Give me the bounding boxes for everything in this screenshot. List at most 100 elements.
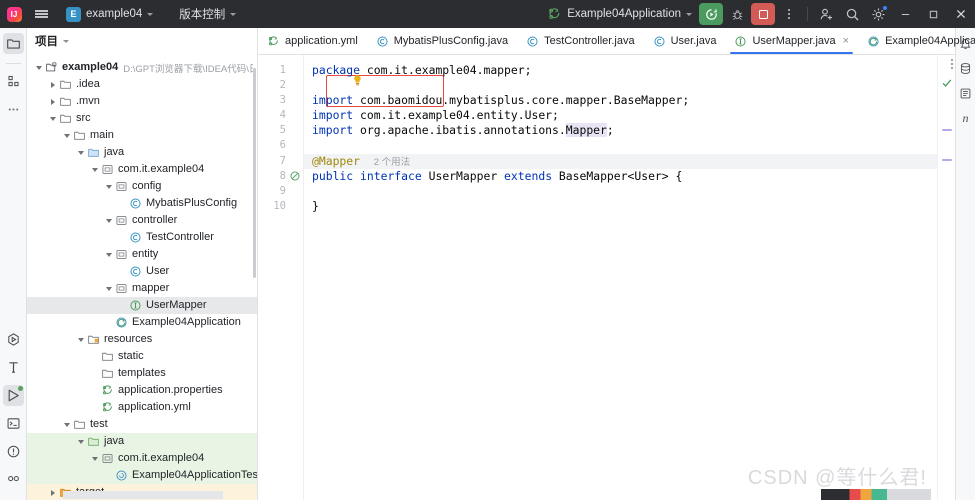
run-tool-icon[interactable] (2, 385, 24, 406)
code-line[interactable] (304, 184, 937, 199)
run-with-coverage-icon[interactable] (699, 3, 723, 25)
editor-tab-user-java[interactable]: User.java (644, 28, 726, 54)
project-tool-icon[interactable] (2, 33, 24, 54)
gutter-line-number[interactable]: 5 (258, 123, 303, 138)
editor-tab-testcontroller-java[interactable]: TestController.java (517, 28, 644, 54)
chevron-down-icon[interactable] (61, 416, 72, 433)
editor-tab-usermapper-java[interactable]: UserMapper.java × (725, 28, 858, 55)
chevron-right-icon[interactable] (47, 76, 58, 93)
tree-node-main[interactable]: main (27, 127, 257, 144)
editor-marker-bar[interactable] (937, 55, 955, 500)
project-tree[interactable]: example04 D:\GPT浏览器下载\IDEA代码\日常代码 .idea .mv… (27, 54, 257, 500)
chevron-down-icon[interactable] (75, 331, 86, 348)
tree-node-controller[interactable]: controller (27, 212, 257, 229)
gutter-line-number[interactable]: 6 (258, 138, 303, 153)
chevron-down-icon[interactable] (103, 178, 114, 195)
chevron-down-icon[interactable] (47, 110, 58, 127)
gutter-line-number[interactable]: 1 (258, 63, 303, 78)
chevron-down-icon[interactable] (103, 280, 114, 297)
code-line[interactable]: public interface UserMapper extends Base… (304, 169, 937, 184)
search-icon[interactable] (840, 3, 864, 25)
code-line[interactable]: import com.it.example04.entity.User; (304, 108, 937, 123)
chevron-down-icon[interactable] (75, 433, 86, 450)
chevron-down-icon[interactable] (89, 161, 100, 178)
gutter-line-number[interactable]: 2 (258, 78, 303, 93)
chevron-right-icon[interactable] (47, 484, 58, 500)
gear-icon[interactable] (866, 3, 890, 25)
more-vertical-icon[interactable] (777, 3, 801, 25)
chevron-down-icon[interactable] (61, 127, 72, 144)
code-line[interactable] (304, 78, 937, 93)
terminal-icon[interactable] (3, 413, 24, 434)
tree-node--idea[interactable]: .idea (27, 76, 257, 93)
tree-node-test[interactable]: test (27, 416, 257, 433)
editor-tab-mybatisplusconfig-java[interactable]: MybatisPlusConfig.java (367, 28, 517, 54)
gutter-line-number[interactable]: 3 (258, 93, 303, 108)
tree-node--mvn[interactable]: .mvn (27, 93, 257, 110)
gutter-line-number[interactable]: 7 (258, 154, 303, 169)
tree-node-com-it-example04[interactable]: com.it.example04 (27, 450, 257, 467)
profiler-icon[interactable] (3, 469, 24, 490)
close-icon[interactable] (947, 0, 975, 28)
debug-icon[interactable] (725, 3, 749, 25)
database-icon[interactable] (957, 58, 975, 78)
add-account-icon[interactable] (814, 3, 838, 25)
minimize-icon[interactable] (891, 0, 919, 28)
tree-node-usermapper[interactable]: UserMapper (27, 297, 257, 314)
ai-assistant-icon[interactable]: n (957, 108, 975, 128)
tree-node-entity[interactable]: entity (27, 246, 257, 263)
tree-node-testcontroller[interactable]: TestController (27, 229, 257, 246)
hamburger-menu-icon[interactable] (28, 0, 54, 28)
code-line[interactable]: } (304, 199, 937, 214)
chevron-down-icon[interactable] (103, 212, 114, 229)
project-scrollbar[interactable] (253, 68, 256, 278)
tree-node-templates[interactable]: templates (27, 365, 257, 382)
services-run-icon[interactable] (3, 329, 24, 350)
vcs-menu[interactable]: 版本控制 (173, 3, 242, 25)
tree-node-config[interactable]: config (27, 178, 257, 195)
gutter-line-number[interactable]: 8 (258, 169, 303, 184)
problems-icon[interactable] (3, 441, 24, 462)
tree-node-application-yml[interactable]: application.yml (27, 399, 257, 416)
editor-code[interactable]: package com.it.example04.mapper; import … (304, 55, 937, 500)
close-icon[interactable]: × (843, 35, 849, 47)
tree-node-java[interactable]: java (27, 144, 257, 161)
tree-node-resources[interactable]: resources (27, 331, 257, 348)
chevron-down-icon[interactable] (75, 144, 86, 161)
tree-node-com-it-example04[interactable]: com.it.example04 (27, 161, 257, 178)
run-configuration-selector[interactable]: Example04Application (541, 4, 698, 24)
gutter-line-number[interactable]: 9 (258, 184, 303, 199)
code-line[interactable]: package com.it.example04.mapper; (304, 63, 937, 78)
commit-structure-icon[interactable] (3, 71, 24, 92)
editor-tab-application-yml[interactable]: application.yml (258, 28, 367, 54)
project-panel-header[interactable]: 项目 (27, 28, 257, 54)
stop-icon[interactable] (751, 3, 775, 25)
tree-node-example04application[interactable]: Example04Application (27, 314, 257, 331)
checkmark-icon[interactable] (941, 77, 953, 89)
tree-node-mapper[interactable]: mapper (27, 280, 257, 297)
code-line[interactable] (304, 138, 937, 153)
tree-node-static[interactable]: static (27, 348, 257, 365)
editor-tabs[interactable]: application.yml MybatisPlusConfig.java Tes… (258, 28, 975, 55)
more-tools-icon[interactable] (3, 99, 24, 120)
chevron-right-icon[interactable] (47, 93, 58, 110)
editor-tab-example04application-j[interactable]: Example04Application.j (858, 28, 975, 54)
tree-node-example04[interactable]: example04 D:\GPT浏览器下载\IDEA代码\日常代码 (27, 59, 257, 76)
tree-node-application-properties[interactable]: application.properties (27, 382, 257, 399)
project-selector[interactable]: E example04 (60, 4, 159, 25)
tree-node-java[interactable]: java (27, 433, 257, 450)
chevron-down-icon[interactable] (33, 59, 44, 76)
no-entry-icon[interactable] (288, 170, 301, 183)
build-hammer-icon[interactable] (3, 357, 24, 378)
code-line[interactable]: import com.baomidou.mybatisplus.core.map… (304, 93, 937, 108)
code-line[interactable]: @Mapper 2 个用法 (304, 153, 937, 169)
chevron-down-icon[interactable] (63, 39, 69, 43)
tree-node-example04applicationtests[interactable]: Example04ApplicationTests (27, 467, 257, 484)
maximize-icon[interactable] (919, 0, 947, 28)
chevron-down-icon[interactable] (89, 450, 100, 467)
chevron-down-icon[interactable] (103, 246, 114, 263)
gutter-line-number[interactable]: 10 (258, 199, 303, 214)
tree-node-src[interactable]: src (27, 110, 257, 127)
code-line[interactable]: import org.apache.ibatis.annotations.Map… (304, 123, 937, 138)
editor-gutter[interactable]: 1 2 3 4 5 6 7 8 9 10 (258, 55, 304, 500)
